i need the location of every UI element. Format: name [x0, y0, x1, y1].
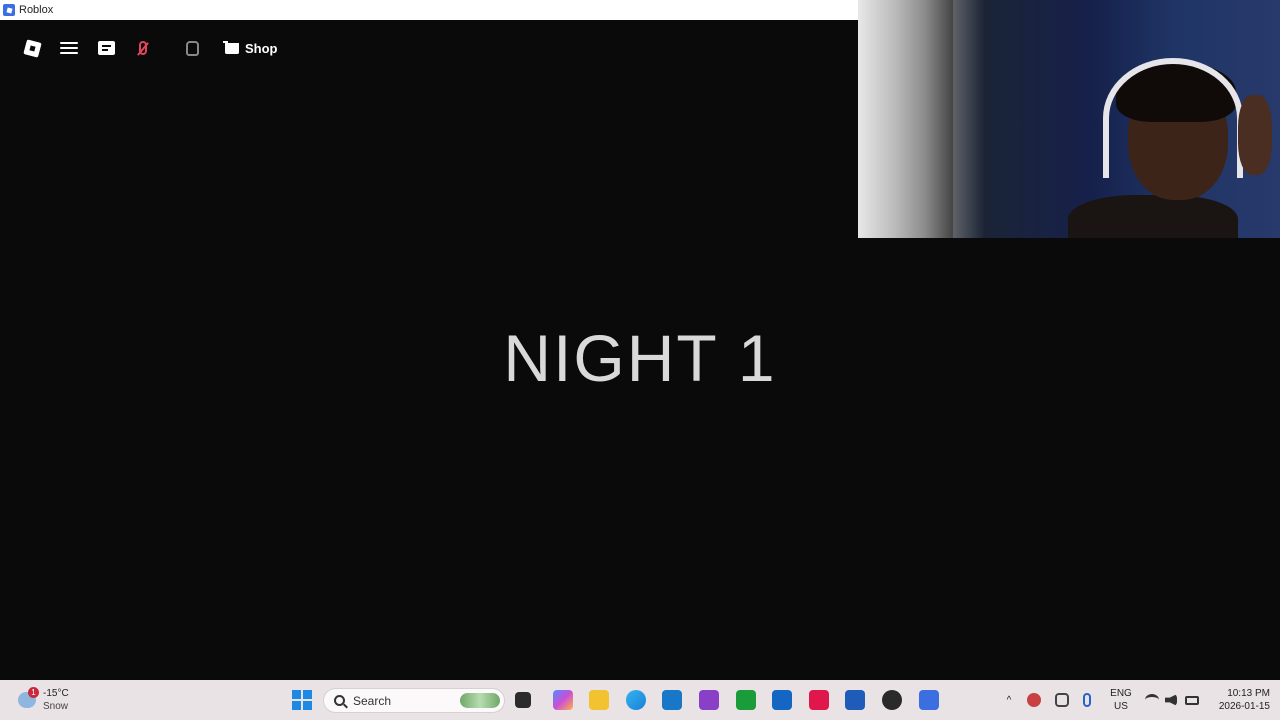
roblox-logo-icon	[22, 38, 42, 58]
obs-icon[interactable]	[882, 690, 902, 710]
language-line2: US	[1114, 701, 1128, 712]
chat-icon	[97, 41, 115, 55]
sync-icon[interactable]	[1027, 693, 1041, 707]
shop-label: Shop	[245, 40, 278, 56]
proton-icon[interactable]	[699, 690, 719, 710]
backpack-button[interactable]	[176, 32, 208, 64]
roblox-topbar: Shop	[16, 32, 286, 64]
copilot-icon[interactable]	[553, 690, 573, 710]
hamburger-menu-button[interactable]	[53, 32, 85, 64]
file-explorer-icon[interactable]	[589, 690, 609, 710]
cart-icon	[223, 40, 239, 54]
xbox-icon[interactable]	[736, 690, 756, 710]
chat-button[interactable]	[90, 32, 122, 64]
onedrive-offline-icon[interactable]	[1055, 693, 1069, 707]
roblox-taskbar-icon[interactable]	[919, 690, 939, 710]
window-titlebar[interactable]: Roblox	[0, 0, 858, 20]
language-indicator[interactable]: ENG US	[1106, 687, 1136, 713]
webcam-overlay	[858, 0, 1280, 238]
clock-date: 2026-01-15	[1218, 701, 1270, 712]
show-hidden-icons-chevron-icon[interactable]: ^	[1003, 694, 1015, 707]
window-title: Roblox	[19, 4, 54, 16]
outlook-icon[interactable]	[772, 690, 792, 710]
weather-widget[interactable]: 1 -15°C Snow	[14, 686, 94, 714]
webcam-person-hand	[1238, 95, 1272, 175]
edge-browser-icon[interactable]	[626, 690, 646, 710]
weather-notification-badge: 1	[28, 687, 39, 698]
battery-icon[interactable]	[1185, 696, 1199, 705]
roblox-menu-button[interactable]	[16, 32, 48, 64]
clock-time: 10:13 PM	[1227, 688, 1270, 699]
wifi-icon[interactable]	[1145, 694, 1159, 706]
search-highlight-art	[460, 693, 500, 708]
start-button[interactable]	[292, 690, 312, 710]
microphone-in-use-icon[interactable]	[1083, 693, 1091, 707]
roblox-app-icon	[3, 4, 15, 16]
mic-muted-icon	[139, 41, 147, 55]
hamburger-icon	[60, 42, 78, 54]
webcam-curtain	[858, 0, 953, 238]
system-clock[interactable]: 10:13 PM 2026-01-15	[1206, 687, 1270, 713]
youtube-app-icon[interactable]	[809, 690, 829, 710]
night-title: NIGHT 1	[503, 321, 777, 395]
webcam-person-body	[1068, 195, 1238, 238]
language-line1: ENG	[1110, 688, 1132, 699]
microsoft-store-icon[interactable]	[662, 690, 682, 710]
search-label: Search	[353, 693, 392, 708]
taskbar-search[interactable]: Search	[323, 688, 505, 713]
webcam-headset	[1103, 58, 1243, 178]
shop-button[interactable]: Shop	[217, 32, 286, 64]
task-view-icon[interactable]	[515, 692, 531, 708]
windows-logo-icon	[292, 690, 301, 699]
search-icon	[334, 695, 345, 706]
weather-temperature: -15°C	[43, 688, 69, 699]
word-icon[interactable]	[845, 690, 865, 710]
backpack-icon	[185, 40, 199, 56]
mic-toggle-button[interactable]	[127, 32, 159, 64]
windows-taskbar: 1 -15°C Snow Search ^ ENG US 10:13 PM 20…	[0, 680, 1280, 720]
weather-condition: Snow	[43, 701, 69, 712]
volume-icon[interactable]	[1165, 694, 1177, 706]
